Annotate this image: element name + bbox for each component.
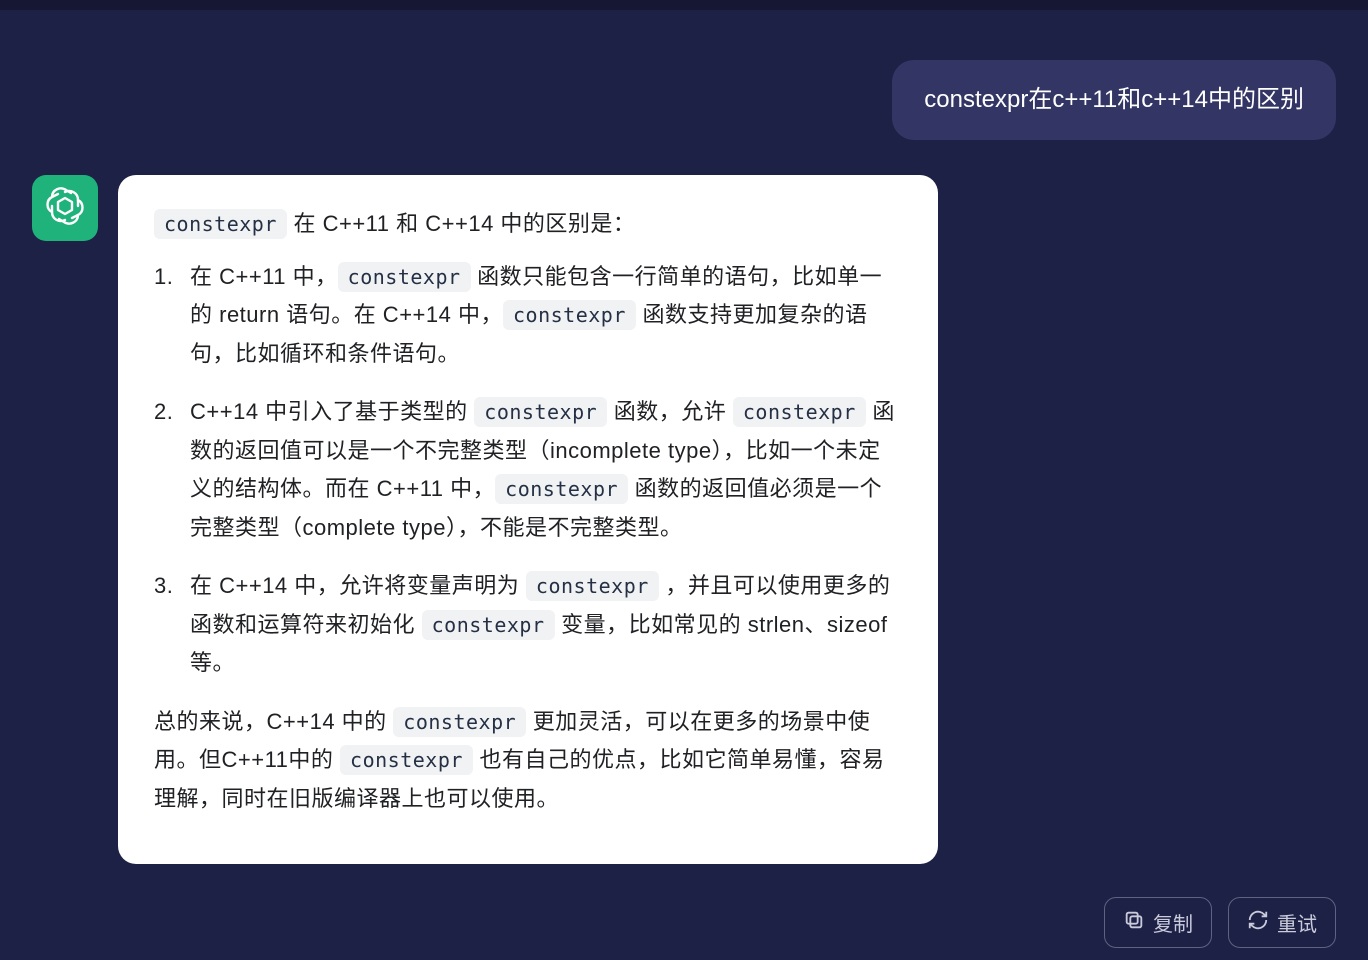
- code-token: constexpr: [340, 745, 473, 775]
- user-message-text: constexpr在c++11和c++14中的区别: [924, 86, 1304, 113]
- text-span: 在 C++14 中，允许将变量声明为: [190, 573, 526, 598]
- assistant-avatar: [32, 175, 98, 241]
- list-item: 在 C++14 中，允许将变量声明为 constexpr ，并且可以使用更多的函…: [154, 567, 902, 683]
- code-token: constexpr: [422, 610, 555, 640]
- code-token: constexpr: [495, 474, 628, 504]
- text-span: 在 C++11 中，: [190, 264, 338, 289]
- code-token: constexpr: [733, 397, 866, 427]
- code-token: constexpr: [503, 300, 636, 330]
- assistant-summary: 总的来说，C++14 中的 constexpr 更加灵活，可以在更多的场景中使用…: [154, 703, 902, 819]
- openai-logo-icon: [45, 186, 85, 231]
- text-span: 总的来说，C++14 中的: [154, 709, 393, 734]
- user-message: constexpr在c++11和c++14中的区别: [892, 60, 1336, 140]
- copy-button[interactable]: 复制: [1104, 897, 1212, 948]
- code-token: constexpr: [393, 707, 526, 737]
- refresh-icon: [1247, 909, 1269, 937]
- intro-tail: 在 C++11 和 C++14 中的区别是：: [287, 211, 636, 236]
- list-item: 在 C++11 中，constexpr 函数只能包含一行简单的语句，比如单一的 …: [154, 258, 902, 374]
- code-token: constexpr: [526, 571, 659, 601]
- code-token: constexpr: [474, 397, 607, 427]
- list-item: C++14 中引入了基于类型的 constexpr 函数，允许 constexp…: [154, 393, 902, 547]
- assistant-row: constexpr 在 C++11 和 C++14 中的区别是： 在 C++11…: [32, 175, 1062, 864]
- text-span: C++14 中引入了基于类型的: [190, 399, 474, 424]
- assistant-intro: constexpr 在 C++11 和 C++14 中的区别是：: [154, 205, 902, 244]
- retry-button[interactable]: 重试: [1228, 897, 1336, 948]
- copy-label: 复制: [1153, 908, 1193, 937]
- top-divider: [0, 0, 1368, 10]
- action-bar: 复制 重试: [1104, 897, 1336, 948]
- assistant-message: constexpr 在 C++11 和 C++14 中的区别是： 在 C++11…: [118, 175, 938, 864]
- code-token: constexpr: [338, 262, 471, 292]
- retry-label: 重试: [1277, 908, 1317, 937]
- code-token: constexpr: [154, 209, 287, 239]
- difference-list: 在 C++11 中，constexpr 函数只能包含一行简单的语句，比如单一的 …: [154, 258, 902, 683]
- chat-area: constexpr在c++11和c++14中的区别: [0, 10, 1368, 960]
- copy-icon: [1123, 909, 1145, 937]
- text-span: 函数，允许: [607, 399, 733, 424]
